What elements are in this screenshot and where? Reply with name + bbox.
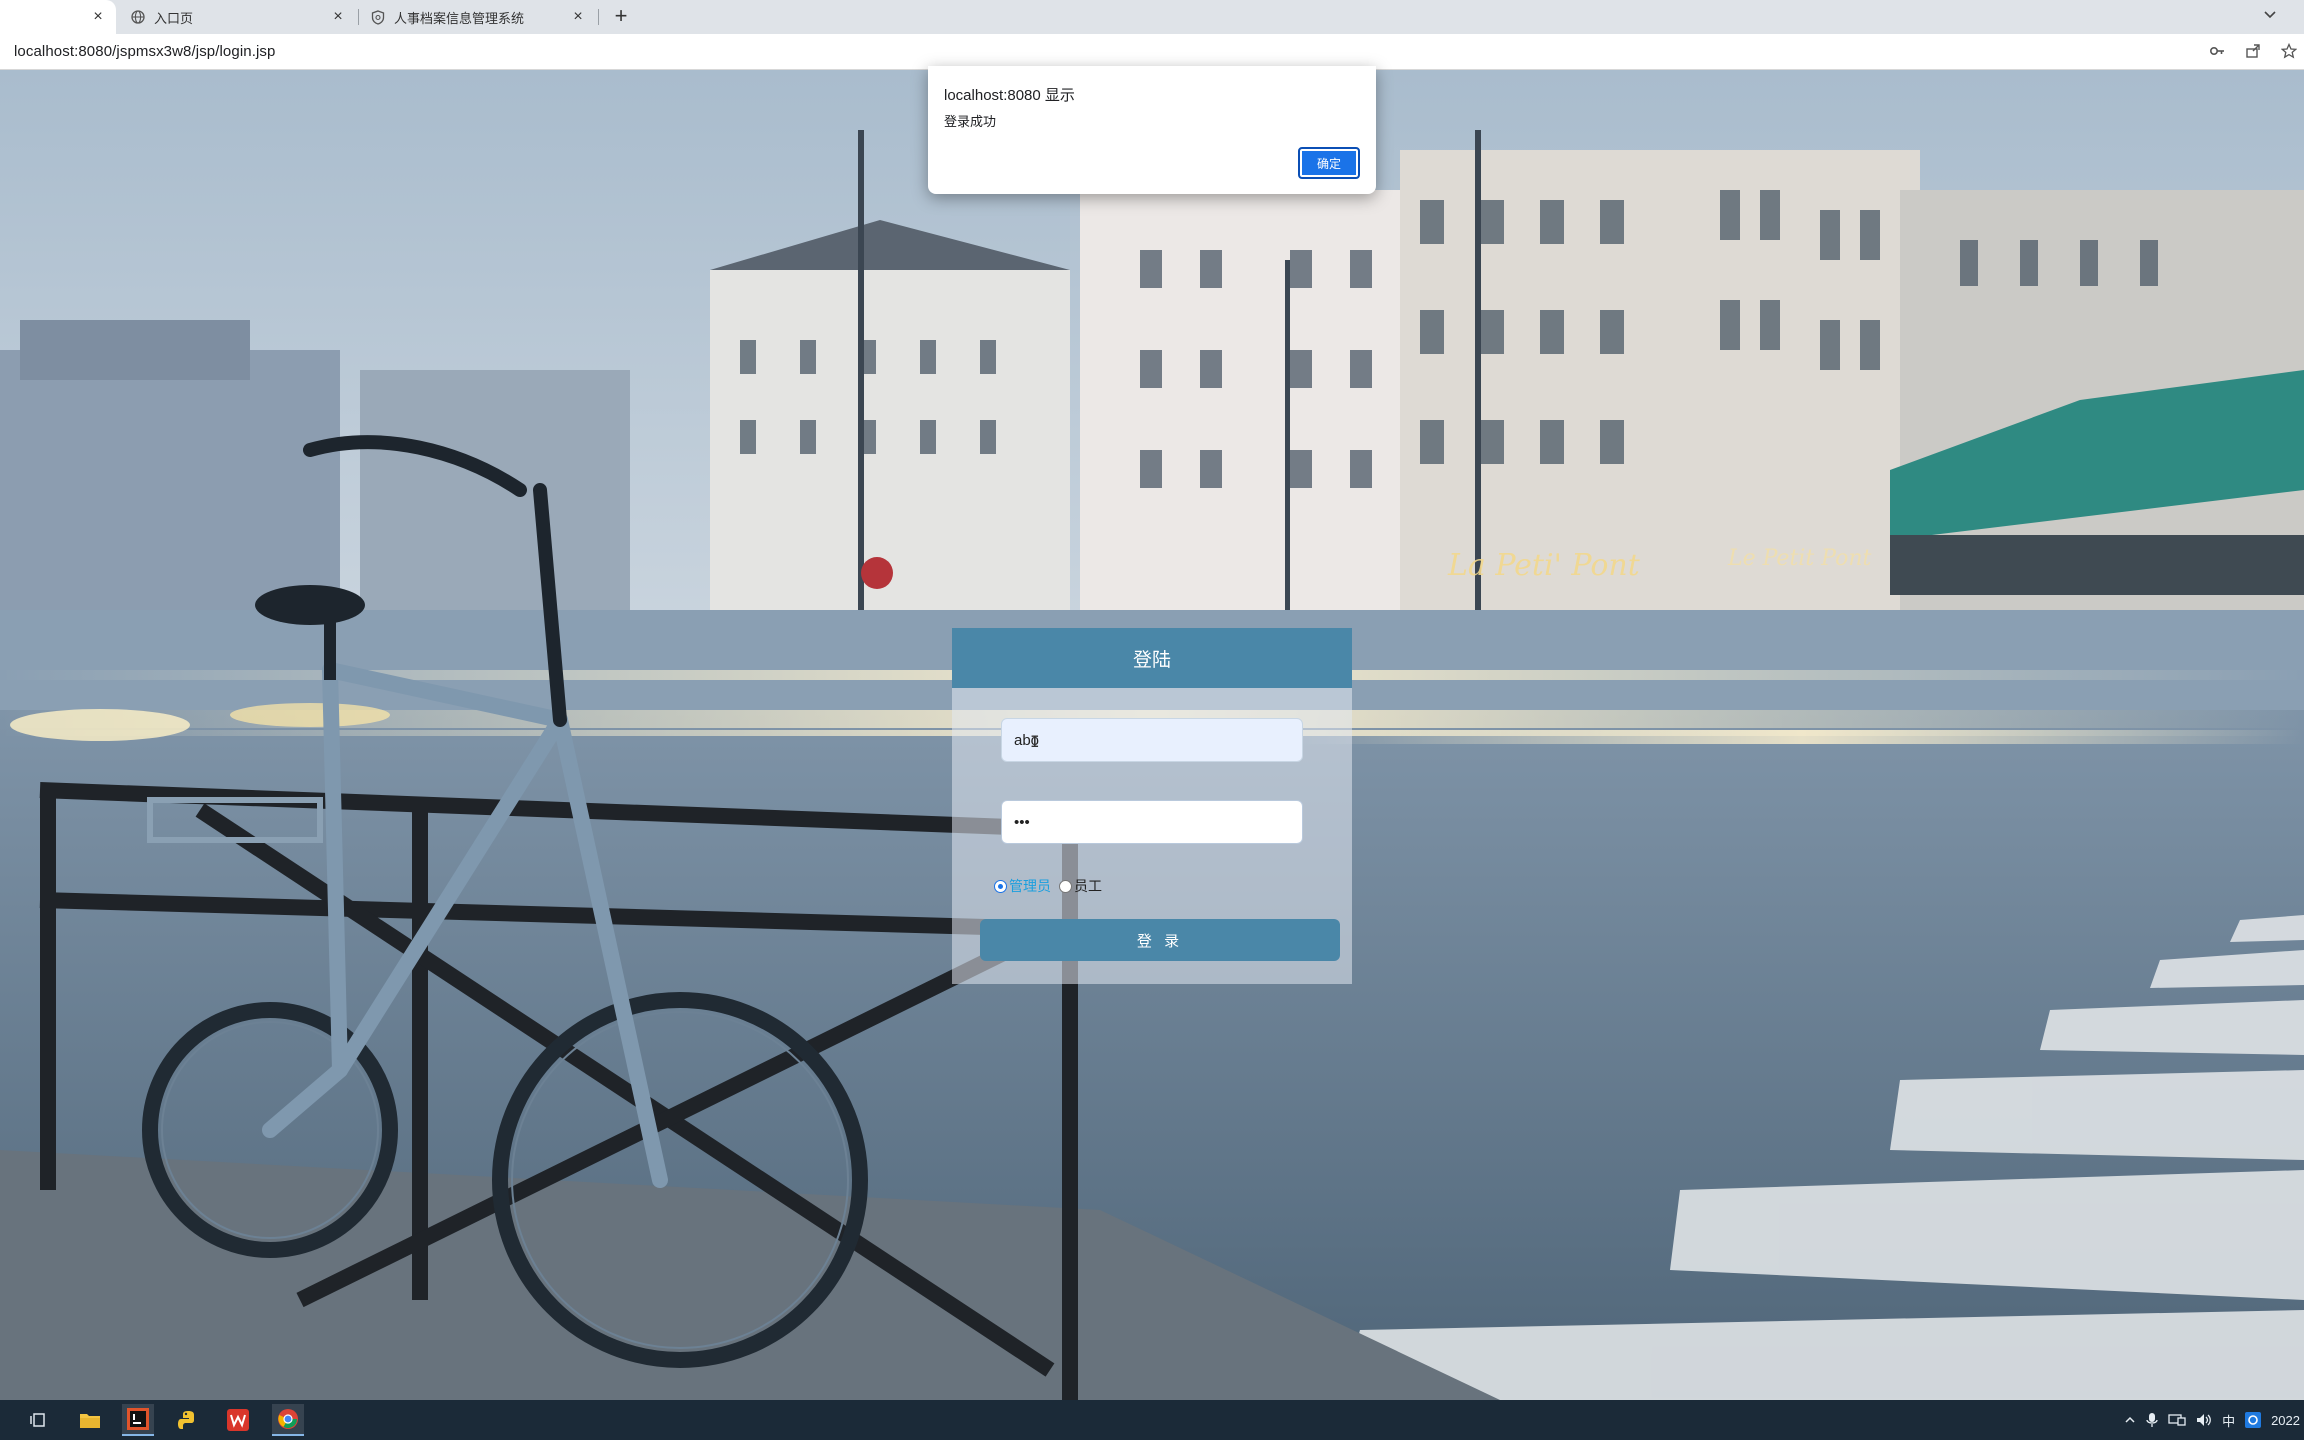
svg-text:La Peti' Pont: La Peti' Pont — [1447, 548, 1641, 583]
share-icon[interactable] — [2244, 42, 2262, 60]
tab-separator — [358, 9, 359, 25]
tray-expand-icon[interactable] — [2124, 1414, 2136, 1426]
login-title: 登陆 — [952, 628, 1352, 688]
volume-icon[interactable] — [2196, 1413, 2212, 1427]
system-tray: 中 2022 — [2124, 1400, 2304, 1440]
login-panel: 登陆 abo ••• 管理员 员工 登 录 — [952, 628, 1352, 984]
svg-text:Le Petit Pont: Le Petit Pont — [1727, 546, 1871, 571]
staff-radio-label[interactable]: 员工 — [1074, 876, 1102, 896]
alert-dialog: localhost:8080 显示 登录成功 确定 — [928, 66, 1376, 194]
tab-search-chevron-icon[interactable] — [2262, 6, 2282, 26]
dialog-ok-button[interactable]: 确定 — [1298, 147, 1360, 179]
staff-radio[interactable] — [1059, 879, 1072, 893]
ime-indicator[interactable]: 中 — [2222, 1411, 2235, 1430]
app-tray-icon[interactable] — [2245, 1412, 2262, 1428]
tab-entry-page[interactable]: 入口页 × — [124, 0, 356, 34]
network-icon[interactable] — [2168, 1413, 2186, 1427]
clock[interactable]: 2022 — [2271, 1413, 2300, 1428]
password-input[interactable]: ••• — [1001, 800, 1303, 844]
username-input[interactable]: abo — [1001, 718, 1303, 762]
close-tab-icon[interactable]: × — [570, 9, 586, 25]
tab-hr-system[interactable]: 人事档案信息管理系统 × — [364, 0, 596, 34]
key-icon[interactable] — [2208, 42, 2226, 60]
address-bar: localhost:8080/jspmsx3w8/jsp/login.jsp — [0, 34, 2304, 70]
tab-separator — [598, 9, 599, 25]
role-radio-group: 管理员 员工 — [994, 876, 1110, 896]
dialog-message: 登录成功 — [944, 114, 997, 129]
dialog-title: localhost:8080 显示 — [944, 87, 1075, 104]
admin-radio-label[interactable]: 管理员 — [1009, 876, 1051, 896]
tab-current[interactable]: × — [0, 0, 116, 34]
microphone-icon[interactable] — [2146, 1412, 2158, 1428]
chrome-icon[interactable] — [272, 1404, 304, 1436]
tab-label: 人事档案信息管理系统 — [394, 10, 525, 26]
url-field[interactable]: localhost:8080/jspmsx3w8/jsp/login.jsp — [14, 43, 275, 60]
tab-label: 入口页 — [154, 10, 194, 26]
new-tab-button[interactable]: + — [608, 4, 634, 30]
star-icon[interactable] — [2280, 42, 2298, 60]
admin-radio[interactable] — [994, 879, 1007, 893]
tab-strip: × 入口页 × 人事档案信息管理系统 × + — [0, 0, 2304, 34]
shield-icon — [370, 9, 386, 25]
close-tab-icon[interactable]: × — [90, 9, 106, 25]
wps-icon[interactable] — [222, 1404, 254, 1436]
file-explorer-icon[interactable] — [74, 1404, 106, 1436]
intellij-icon[interactable] — [122, 1404, 154, 1436]
close-tab-icon[interactable]: × — [330, 9, 346, 25]
login-page: La Peti' Pont Le Petit Pont 登陆 abo ••• 管… — [0, 70, 2304, 1400]
taskbar: 中 2022 — [0, 1400, 2304, 1440]
login-submit-button[interactable]: 登 录 — [980, 919, 1340, 961]
text-cursor-icon: I — [1030, 732, 1040, 751]
python-icon[interactable] — [172, 1404, 204, 1436]
task-view-icon[interactable] — [22, 1404, 54, 1436]
globe-icon — [130, 9, 146, 25]
